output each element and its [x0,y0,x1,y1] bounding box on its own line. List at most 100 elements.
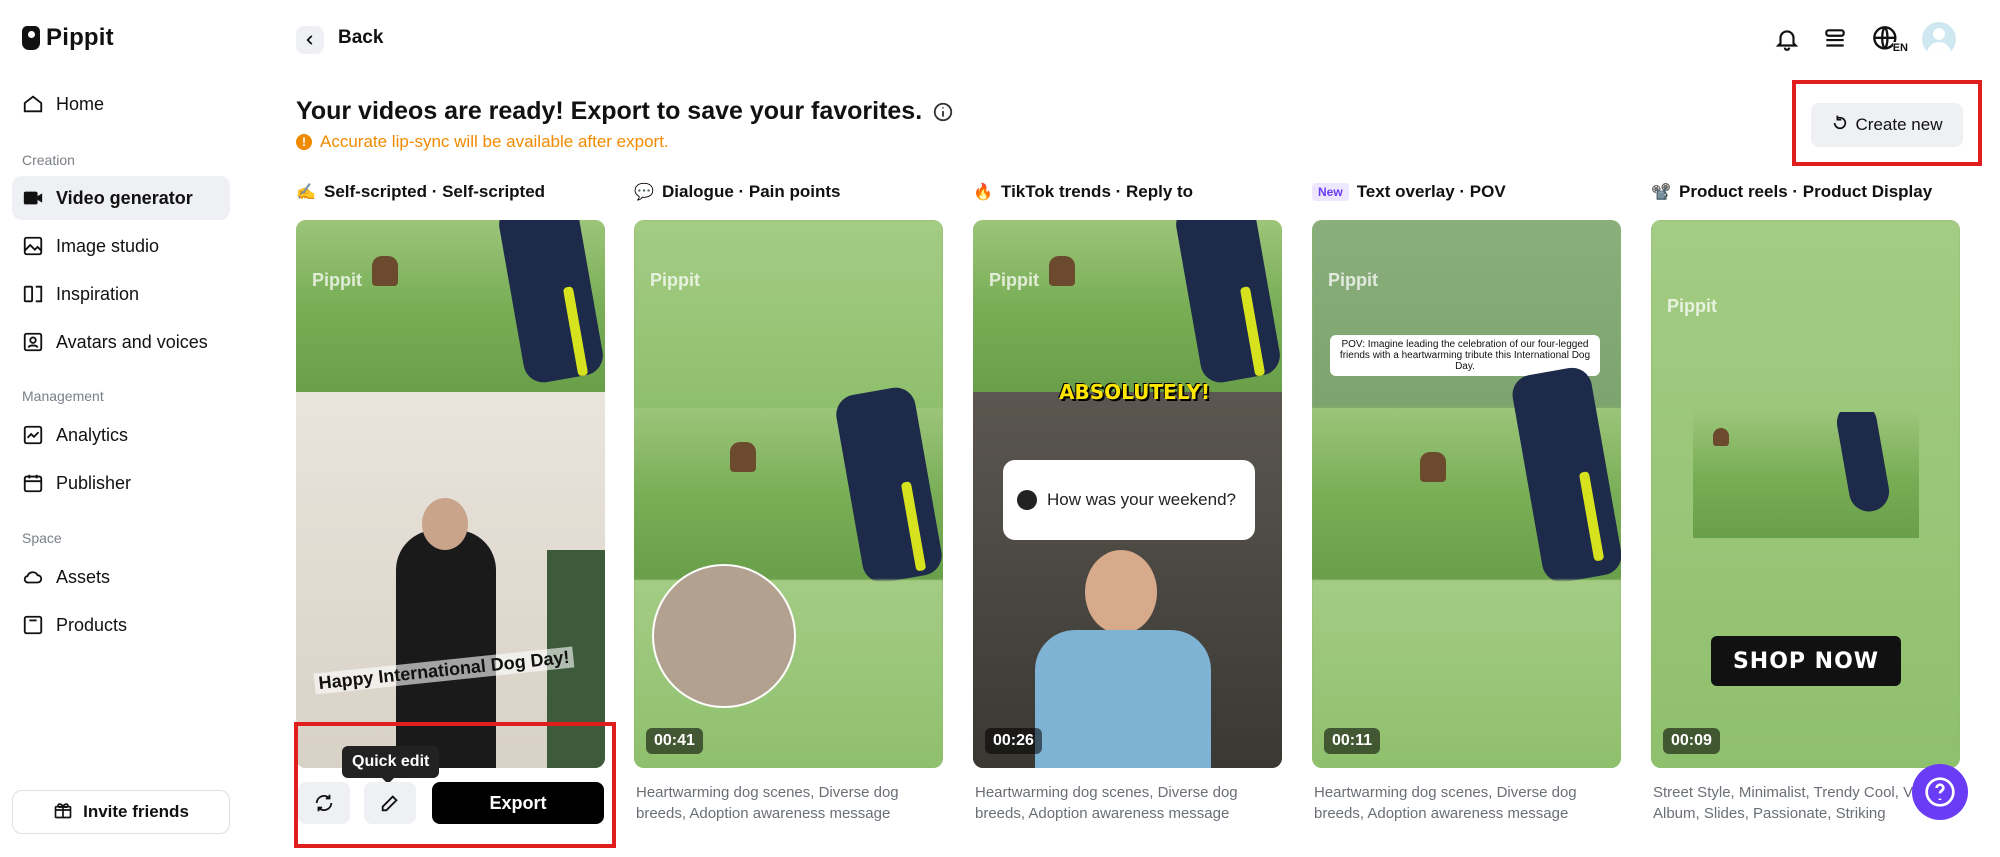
speech-bubble-icon: 💬 [634,184,654,201]
dog [730,442,756,472]
sidebar-item-home[interactable]: Home [12,82,230,126]
products-icon [22,614,44,636]
video-duration: 00:41 [646,728,703,754]
invite-friends-button[interactable]: Invite friends [12,790,230,834]
video-card-product-reels[interactable]: 📽️ Product reels · Product Display Pippi… [1651,180,1960,822]
film-projector-icon: 📽️ [1651,184,1671,201]
dog-scene-inset [1693,412,1919,538]
sidebar-item-label: Image studio [56,235,160,256]
sidebar-item-video-generator[interactable]: Video generator [12,176,230,220]
sidebar-item-label: Home [56,93,105,114]
export-button[interactable]: Export [432,782,604,824]
sidebar-item-avatars-voices[interactable]: Avatars and voices [12,320,230,364]
info-icon[interactable] [932,101,954,123]
new-badge: New [1312,183,1349,201]
calendar-icon [22,472,44,494]
video-description: Heartwarming dog scenes, Diverse dog bre… [636,784,899,822]
sidebar-item-analytics[interactable]: Analytics [12,413,230,457]
watermark: Pippit [312,270,362,290]
layers-icon[interactable] [1820,24,1850,54]
analytics-icon [22,424,44,446]
back-label[interactable]: Back [338,27,383,49]
video-card-dialogue[interactable]: 💬 Dialogue · Pain points Pippit 00:41 He… [634,180,943,822]
watermark: Pippit [1328,270,1378,290]
video-thumbnail[interactable]: Pippit POV: Imagine leading the celebrat… [1312,220,1621,768]
regenerate-icon [315,794,333,812]
writing-icon: ✍️ [296,184,316,201]
watermark: Pippit [1667,296,1717,316]
card-title: Self-scripted · Self-scripted [324,182,546,201]
card-header: ✍️ Self-scripted · Self-scripted [296,180,605,204]
section-label-space: Space [22,530,62,546]
avatar-icon [22,331,44,353]
video-thumbnail[interactable]: Pippit 00:41 [634,220,943,768]
video-thumbnail[interactable]: Pippit SHOP NOW 00:09 [1651,220,1960,768]
quick-edit-button[interactable] [364,782,416,824]
help-button[interactable] [1912,764,1968,820]
video-card-tiktok-trends[interactable]: 🔥 TikTok trends · Reply to Pippit ABSOLU… [973,180,1282,822]
video-card-text-overlay[interactable]: New Text overlay · POV Pippit POV: Imagi… [1312,180,1621,822]
sidebar-item-label: Video generator [56,187,193,208]
blurred-background [634,220,943,408]
home-icon [22,93,44,115]
create-new-button[interactable]: Create new [1811,103,1963,147]
sidebar-item-label: Publisher [56,472,132,493]
sidebar-item-image-studio[interactable]: Image studio [12,224,230,268]
video-description: Heartwarming dog scenes, Diverse dog bre… [975,784,1238,822]
presenter-head [1085,550,1157,634]
sidebar-item-inspiration[interactable]: Inspiration [12,272,230,316]
gift-icon [53,800,73,825]
video-duration: 00:26 [985,728,1042,754]
watermark: Pippit [989,270,1039,290]
card-header: New Text overlay · POV [1312,180,1621,204]
video-generator-icon [22,187,44,209]
presenter [1035,630,1211,768]
comment-text: How was your weekend? [1047,490,1236,509]
sidebar-item-label: Inspiration [56,283,140,304]
card-header: 💬 Dialogue · Pain points [634,180,943,204]
card-title: Text overlay · POV [1356,182,1506,201]
chevron-left-icon [306,35,313,45]
warning-icon: ! [296,134,312,150]
sidebar-item-label: Analytics [56,424,129,445]
pippit-logo[interactable]: Pippit [22,24,114,52]
language-code: EN [1892,42,1908,54]
sidebar-item-assets[interactable]: Assets [12,555,230,599]
back-button[interactable] [296,26,324,54]
card-header: 🔥 TikTok trends · Reply to [973,180,1282,204]
sidebar-item-publisher[interactable]: Publisher [12,461,230,505]
globe-language-icon[interactable]: EN [1868,24,1908,54]
sidebar-item-label: Assets [56,566,111,587]
video-description: Heartwarming dog scenes, Diverse dog bre… [1314,784,1577,822]
commenter-avatar [1017,490,1037,510]
card-header: 📽️ Product reels · Product Display [1651,180,1960,204]
shop-now-banner: SHOP NOW [1711,636,1901,686]
bell-icon[interactable] [1772,24,1802,54]
logo-text: Pippit [46,24,114,51]
video-thumbnail[interactable]: Pippit ABSOLUTELY! How was your weekend?… [973,220,1282,768]
lip-sync-notice: ! Accurate lip-sync will be available af… [296,132,669,152]
create-new-label: Create new [1855,115,1943,134]
video-card-self-scripted[interactable]: ✍️ Self-scripted · Self-scripted Pippit … [296,180,605,768]
dog [1049,256,1075,286]
dog [372,256,398,286]
page-title: Your videos are ready! Export to save yo… [296,97,954,126]
cloud-icon [22,566,44,588]
section-label-management: Management [22,388,104,404]
card-title: Product reels · Product Display [1679,182,1933,201]
refresh-icon [1832,115,1848,136]
reply-comment-bubble: How was your weekend? [1003,460,1255,540]
quick-edit-tooltip: Quick edit [342,746,440,784]
page-title-text: Your videos are ready! Export to save yo… [296,97,923,125]
image-studio-icon [22,235,44,257]
fire-icon: 🔥 [973,184,993,201]
sidebar-item-products[interactable]: Products [12,603,230,647]
section-label-creation: Creation [22,152,75,168]
video-thumbnail[interactable]: Pippit Happy International Dog Day! [296,220,605,768]
presenter-head [422,498,468,550]
video-duration: 00:09 [1663,728,1720,754]
regenerate-button[interactable] [298,782,350,824]
dog [1713,428,1729,446]
avatar[interactable] [1922,22,1956,56]
dog [1420,452,1446,482]
